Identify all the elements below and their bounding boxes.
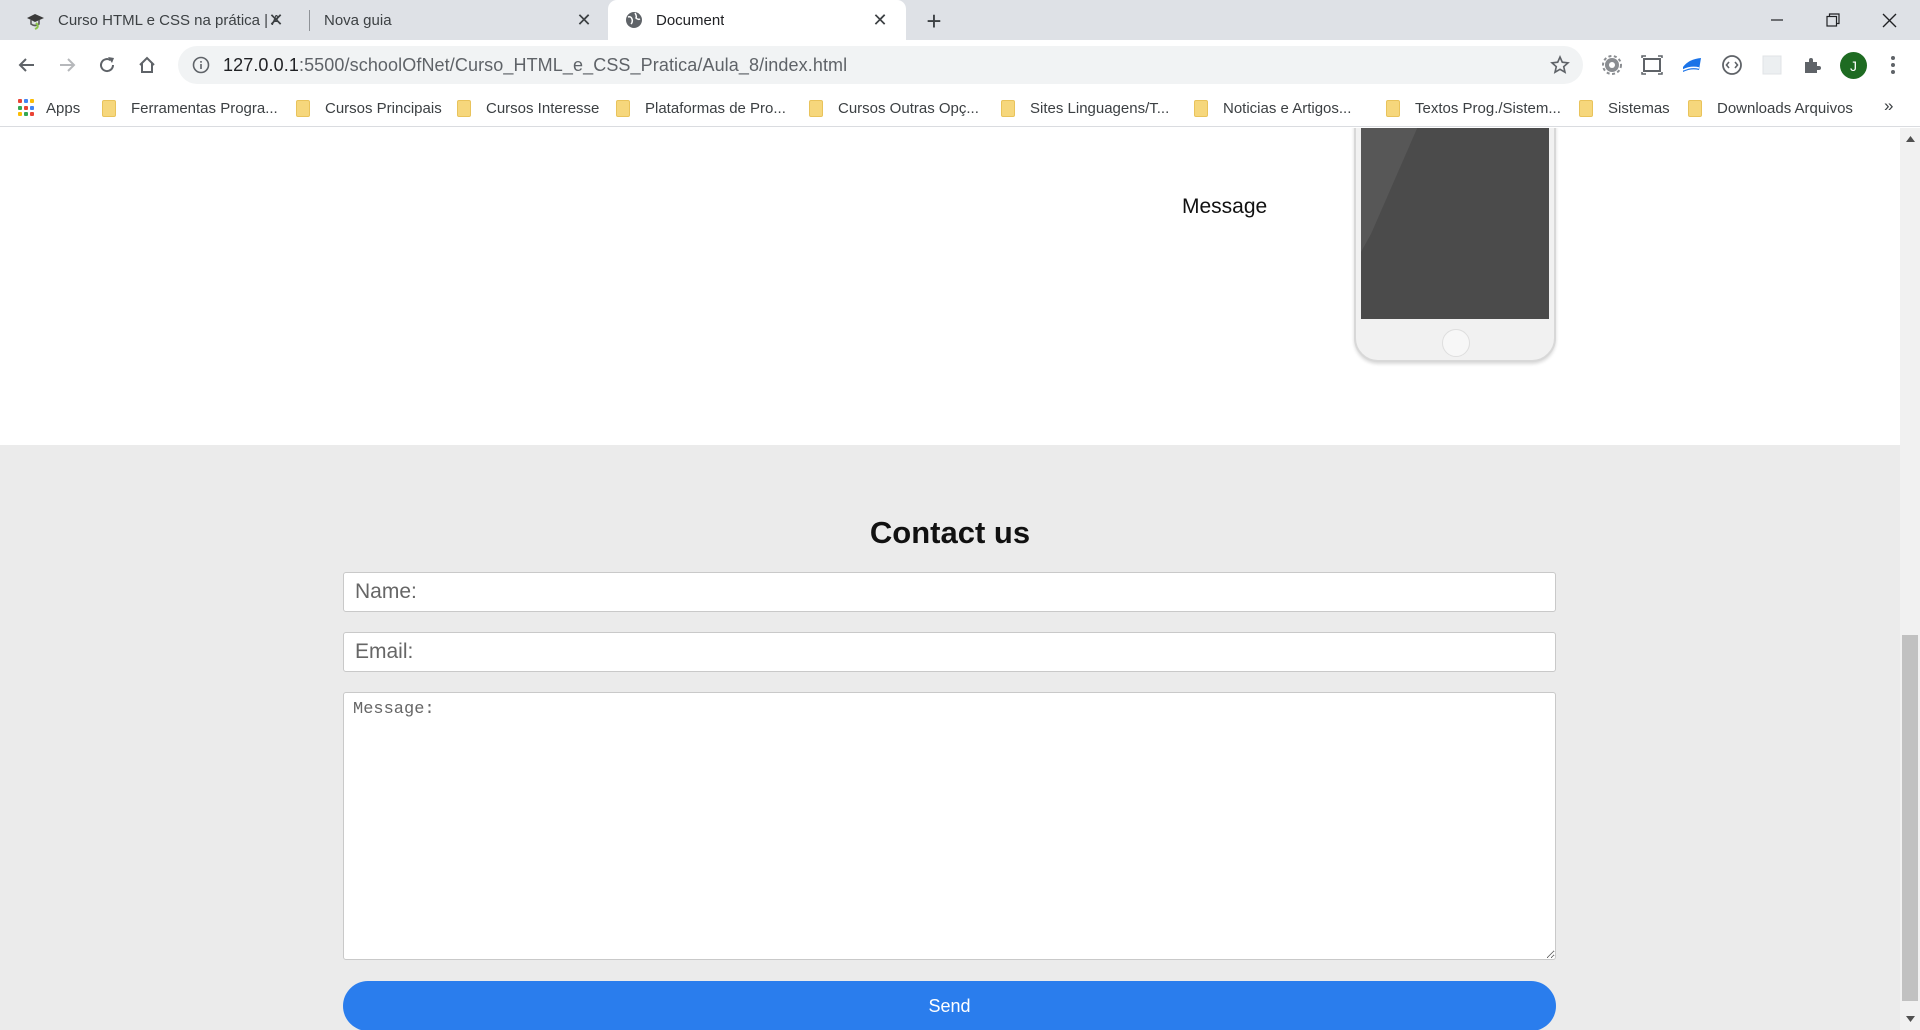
bookmark-label: Apps	[46, 99, 81, 117]
bookmark-label: Textos Prog./Sistem...	[1415, 99, 1561, 117]
send-button[interactable]: Send	[343, 981, 1556, 1030]
star-icon[interactable]	[1549, 54, 1571, 76]
folder-icon	[616, 99, 630, 117]
bookmark-apps[interactable]: Apps	[18, 96, 80, 120]
tab-document[interactable]: Document ✕	[608, 0, 906, 40]
tab-strip: Curso HTML e CSS na prática | Au ✕ Nova …	[0, 0, 1920, 40]
close-window-button[interactable]	[1861, 0, 1917, 40]
tab-nova-guia[interactable]: Nova guia ✕	[310, 0, 608, 40]
close-icon[interactable]: ✕	[574, 10, 594, 30]
close-icon[interactable]: ✕	[266, 10, 286, 30]
tab-title: Curso HTML e CSS na prática | Au	[58, 11, 278, 29]
bookmarks-bar: Apps Ferramentas Progra... Cursos Princi…	[0, 90, 1920, 127]
menu-dots-icon[interactable]	[1883, 53, 1903, 77]
code-extension-icon[interactable]	[1720, 53, 1744, 77]
bookmark-folder[interactable]: Ferramentas Progra...	[102, 96, 278, 120]
contact-section: Contact us Send	[0, 445, 1900, 1030]
forward-button[interactable]	[51, 49, 83, 81]
school-of-net-icon	[26, 11, 45, 30]
scroll-down-arrow-icon[interactable]	[1900, 1011, 1920, 1027]
scroll-up-arrow-icon[interactable]	[1900, 131, 1920, 147]
globe-icon	[624, 11, 643, 30]
address-bar[interactable]: 127.0.0.1:5500/schoolOfNet/Curso_HTML_e_…	[178, 46, 1583, 84]
info-icon[interactable]	[191, 55, 211, 75]
profile-avatar[interactable]: J	[1840, 52, 1867, 79]
folder-icon	[809, 99, 823, 117]
bookmark-folder[interactable]: Cursos Interesse	[457, 96, 599, 120]
bookmark-label: Cursos Outras Opç...	[838, 99, 979, 117]
new-tab-button[interactable]: +	[921, 8, 947, 34]
page-viewport: Message Contact us Send	[0, 128, 1900, 1030]
tab-title: Document	[656, 11, 725, 29]
bookmark-folder[interactable]: Plataformas de Pro...	[616, 96, 786, 120]
bookmark-label: Cursos Principais	[325, 99, 442, 117]
scrollbar-thumb[interactable]	[1902, 635, 1918, 1001]
puzzle-icon[interactable]	[1800, 53, 1824, 77]
home-button[interactable]	[131, 49, 163, 81]
back-button[interactable]	[11, 49, 43, 81]
folder-icon	[1688, 99, 1702, 117]
browser-window: Curso HTML e CSS na prática | Au ✕ Nova …	[0, 0, 1920, 1030]
phone-screen	[1361, 128, 1549, 319]
tab-title: Nova guia	[324, 11, 392, 29]
apps-grid-icon	[18, 99, 36, 117]
folder-icon	[1194, 99, 1208, 117]
bookmark-label: Ferramentas Progra...	[131, 99, 278, 117]
bookmark-folder[interactable]: Sistemas	[1579, 96, 1670, 120]
tab-curso-html[interactable]: Curso HTML e CSS na prática | Au ✕	[8, 0, 300, 40]
bookmark-folder[interactable]: Sites Linguagens/T...	[1001, 96, 1169, 120]
url-path: :5500/schoolOfNet/Curso_HTML_e_CSS_Prati…	[298, 54, 848, 75]
email-input[interactable]	[343, 632, 1556, 672]
message-textarea[interactable]	[343, 692, 1556, 960]
restore-button[interactable]	[1805, 0, 1861, 40]
bookmark-label: Noticias e Artigos...	[1223, 99, 1352, 117]
close-icon[interactable]: ✕	[870, 10, 890, 30]
bookmark-label: Cursos Interesse	[486, 99, 600, 117]
folder-icon	[1579, 99, 1593, 117]
folder-icon	[102, 99, 116, 117]
blank-extension-icon[interactable]	[1760, 53, 1784, 77]
url-host: 127.0.0.1	[223, 54, 299, 75]
phone-home-button	[1442, 329, 1470, 357]
folder-icon	[1001, 99, 1015, 117]
bookmark-folder[interactable]: Textos Prog./Sistem...	[1386, 96, 1561, 120]
folder-icon	[1386, 99, 1400, 117]
folder-icon	[296, 99, 310, 117]
bookmark-folder[interactable]: Noticias e Artigos...	[1194, 96, 1351, 120]
bookmark-label: Plataformas de Pro...	[645, 99, 786, 117]
url-text: 127.0.0.1:5500/schoolOfNet/Curso_HTML_e_…	[223, 55, 847, 76]
vertical-scrollbar[interactable]	[1900, 128, 1920, 1030]
bookmark-folder[interactable]: Downloads Arquivos	[1688, 96, 1853, 120]
bookmark-folder[interactable]: Cursos Principais	[296, 96, 442, 120]
phone-illustration	[1354, 128, 1556, 362]
folder-icon	[457, 99, 471, 117]
minimize-button[interactable]	[1749, 0, 1805, 40]
screenshot-extension-icon[interactable]	[1640, 53, 1664, 77]
bookmarks-overflow-button[interactable]: »	[1884, 96, 1893, 116]
message-label: Message	[1182, 195, 1268, 218]
browser-toolbar: 127.0.0.1:5500/schoolOfNet/Curso_HTML_e_…	[0, 40, 1920, 90]
contact-title: Contact us	[869, 515, 1031, 550]
bookmark-label: Sites Linguagens/T...	[1030, 99, 1170, 117]
bookmark-label: Downloads Arquivos	[1717, 99, 1853, 117]
wave-extension-icon[interactable]	[1680, 53, 1704, 77]
name-input[interactable]	[343, 572, 1556, 612]
bookmark-folder[interactable]: Cursos Outras Opç...	[809, 96, 979, 120]
settings-extension-icon[interactable]	[1600, 53, 1624, 77]
reload-button[interactable]	[91, 49, 123, 81]
bookmark-label: Sistemas	[1608, 99, 1670, 117]
